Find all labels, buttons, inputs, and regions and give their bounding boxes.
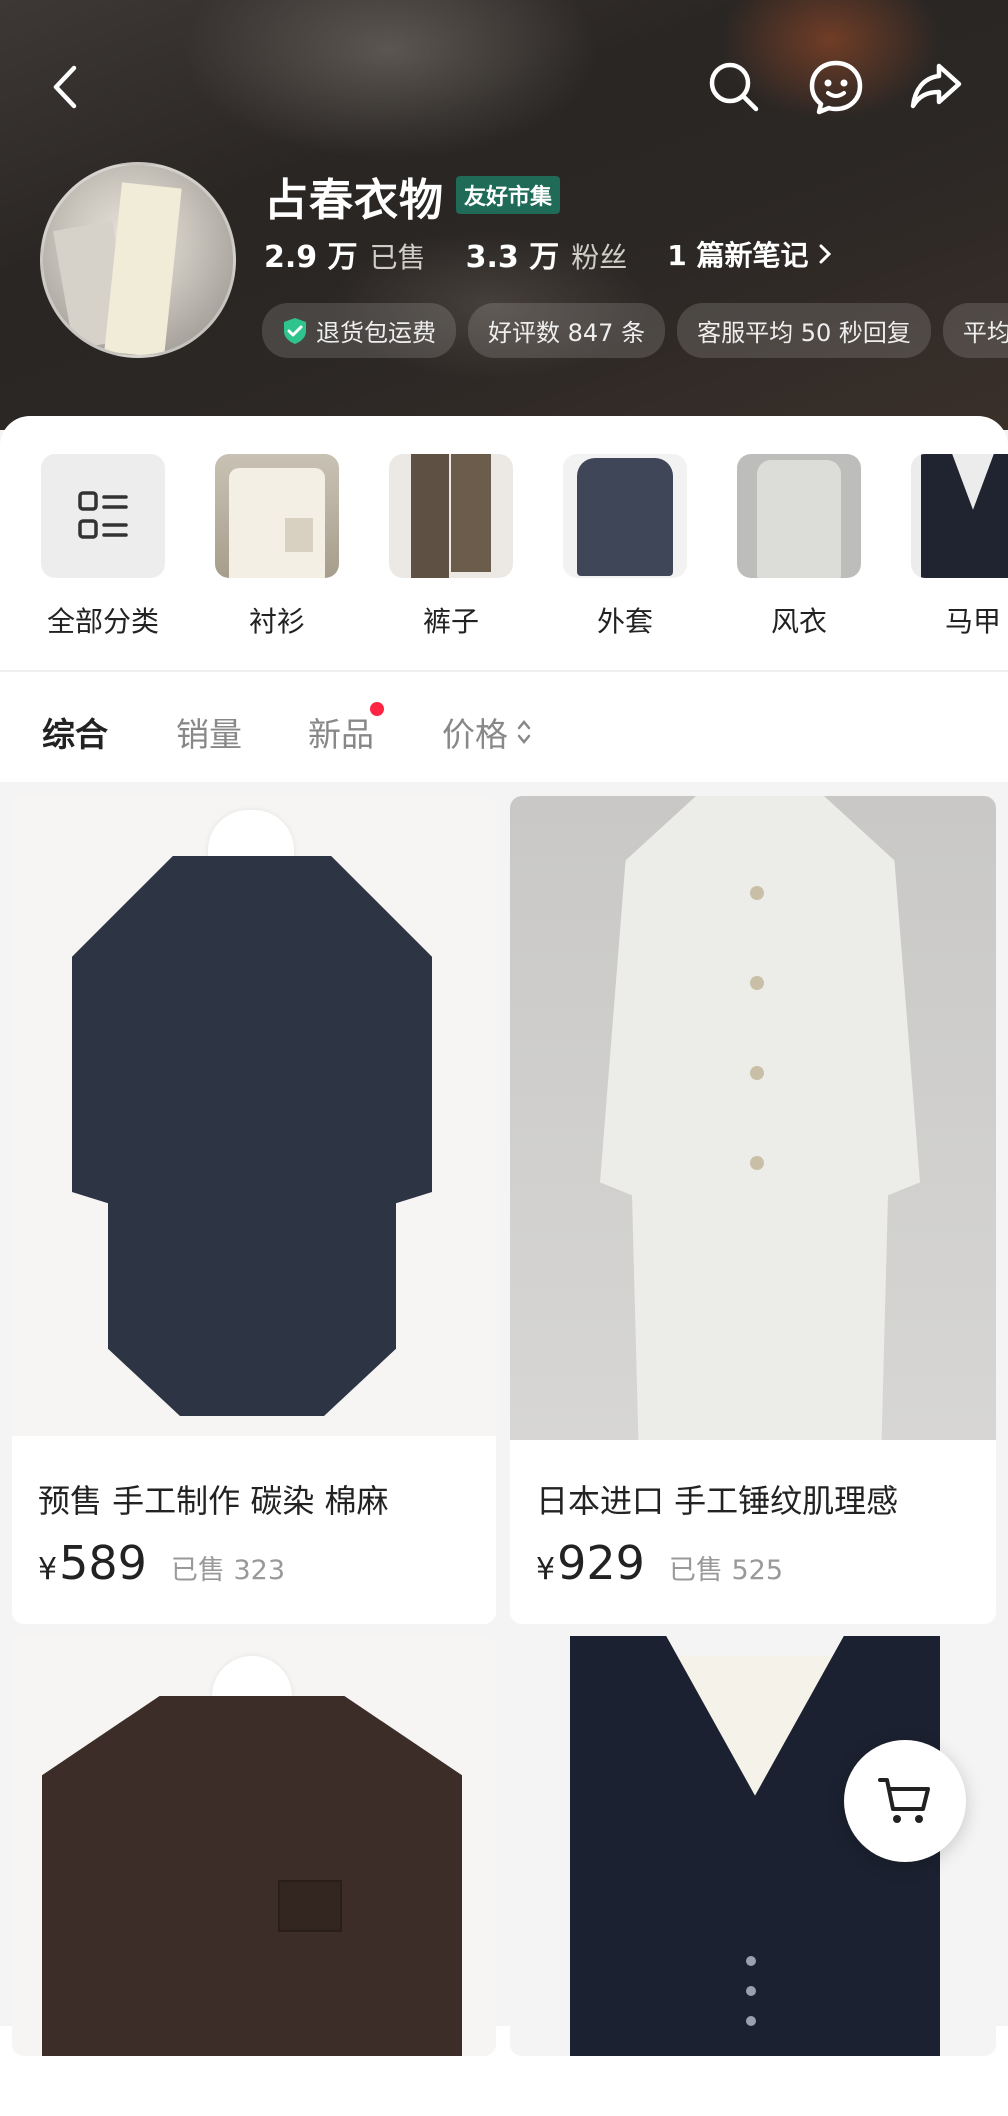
category-thumbnail <box>563 454 687 578</box>
product-card[interactable] <box>12 1636 496 2056</box>
sort-arrows-icon <box>517 720 531 744</box>
chevron-right-icon <box>819 244 832 264</box>
new-notes-label: 1 篇新笔记 <box>667 239 809 272</box>
category-label: 裤子 <box>422 605 479 638</box>
sort-bar: 综合 销量 新品 价格 <box>0 672 1008 782</box>
header-background-image <box>180 0 600 160</box>
service-tags: 退货包运费 好评数 847 条 客服平均 50 秒回复 平均 <box>262 303 1008 358</box>
share-icon[interactable] <box>904 55 968 119</box>
sold-stat: 2.9 万 已售 <box>264 232 426 276</box>
currency-symbol: ¥ <box>38 1552 58 1587</box>
category-label: 风衣 <box>770 605 827 638</box>
category-pants[interactable]: 裤子 <box>389 454 513 640</box>
product-price: ¥ 929 已售 525 <box>536 1536 783 1590</box>
sort-tab-price-label: 价格 <box>442 715 508 754</box>
product-card[interactable]: 预售 手工制作 碳染 棉麻 ¥ 589 已售 323 <box>12 796 496 1624</box>
category-thumbnail <box>389 454 513 578</box>
service-tag[interactable]: 平均 <box>942 303 1008 358</box>
category-vests[interactable]: 马甲 <box>911 454 1008 640</box>
grid-list-icon <box>41 454 165 578</box>
fans-count: 3.3 万 <box>465 240 560 275</box>
customer-service-icon[interactable] <box>804 55 868 119</box>
service-tag-label: 退货包运费 <box>316 319 436 347</box>
category-label: 外套 <box>596 605 653 638</box>
sold-count: 已售 323 <box>170 1555 286 1586</box>
product-image <box>510 796 996 1440</box>
cart-icon <box>878 1778 930 1823</box>
service-tag[interactable]: 好评数 847 条 <box>468 303 666 358</box>
sort-tab-new[interactable]: 新品 <box>308 708 374 756</box>
category-label: 全部分类 <box>46 605 159 638</box>
service-tag-label: 客服平均 50 秒回复 <box>697 319 911 347</box>
shop-stats: 2.9 万 已售 3.3 万 粉丝 1 篇新笔记 <box>264 232 872 276</box>
product-image <box>12 1636 496 2056</box>
new-indicator-dot <box>370 702 384 716</box>
category-bar: 全部分类 衬衫 裤子 外套 风衣 马甲 <box>0 454 1008 644</box>
back-icon[interactable] <box>34 55 98 119</box>
service-tag[interactable]: 客服平均 50 秒回复 <box>677 303 931 358</box>
product-title: 预售 手工制作 碳染 棉麻 <box>38 1482 389 1520</box>
category-label: 马甲 <box>944 605 1001 638</box>
search-icon[interactable] <box>702 55 766 119</box>
category-shirts[interactable]: 衬衫 <box>215 454 339 640</box>
service-tag-label: 平均 <box>962 319 1008 347</box>
shop-name: 占春衣物 <box>264 175 444 226</box>
market-badge: 友好市集 <box>456 176 561 214</box>
category-all[interactable]: 全部分类 <box>41 454 165 640</box>
sold-count: 已售 525 <box>668 1555 784 1586</box>
new-notes-link[interactable]: 1 篇新笔记 <box>667 234 832 274</box>
product-title: 日本进口 手工锤纹肌理感 <box>536 1482 899 1520</box>
fans-label: 粉丝 <box>571 241 628 274</box>
category-label: 衬衫 <box>248 605 305 638</box>
product-card[interactable]: 日本进口 手工锤纹肌理感 ¥ 929 已售 525 <box>510 796 996 1624</box>
price-value: 929 <box>557 1536 645 1590</box>
product-image <box>12 796 496 1436</box>
sort-tab-sales[interactable]: 销量 <box>176 708 242 756</box>
sort-tab-price[interactable]: 价格 <box>442 708 532 756</box>
category-coats[interactable]: 外套 <box>563 454 687 640</box>
sold-count: 2.9 万 <box>264 240 358 275</box>
category-trench[interactable]: 风衣 <box>737 454 861 640</box>
price-value: 589 <box>59 1536 147 1590</box>
shop-avatar[interactable] <box>40 162 236 358</box>
sold-label: 已售 <box>369 241 426 274</box>
product-price: ¥ 589 已售 323 <box>38 1536 285 1590</box>
cart-button[interactable] <box>844 1740 966 1862</box>
fans-stat: 3.3 万 粉丝 <box>466 232 628 276</box>
category-thumbnail <box>737 454 861 578</box>
category-thumbnail <box>215 454 339 578</box>
service-tag-label: 好评数 847 条 <box>488 319 646 347</box>
shield-check-icon <box>284 317 306 344</box>
category-thumbnail <box>911 454 1008 578</box>
sort-tab-overall[interactable]: 综合 <box>42 708 108 756</box>
service-tag[interactable]: 退货包运费 <box>262 303 456 358</box>
currency-symbol: ¥ <box>536 1552 556 1587</box>
